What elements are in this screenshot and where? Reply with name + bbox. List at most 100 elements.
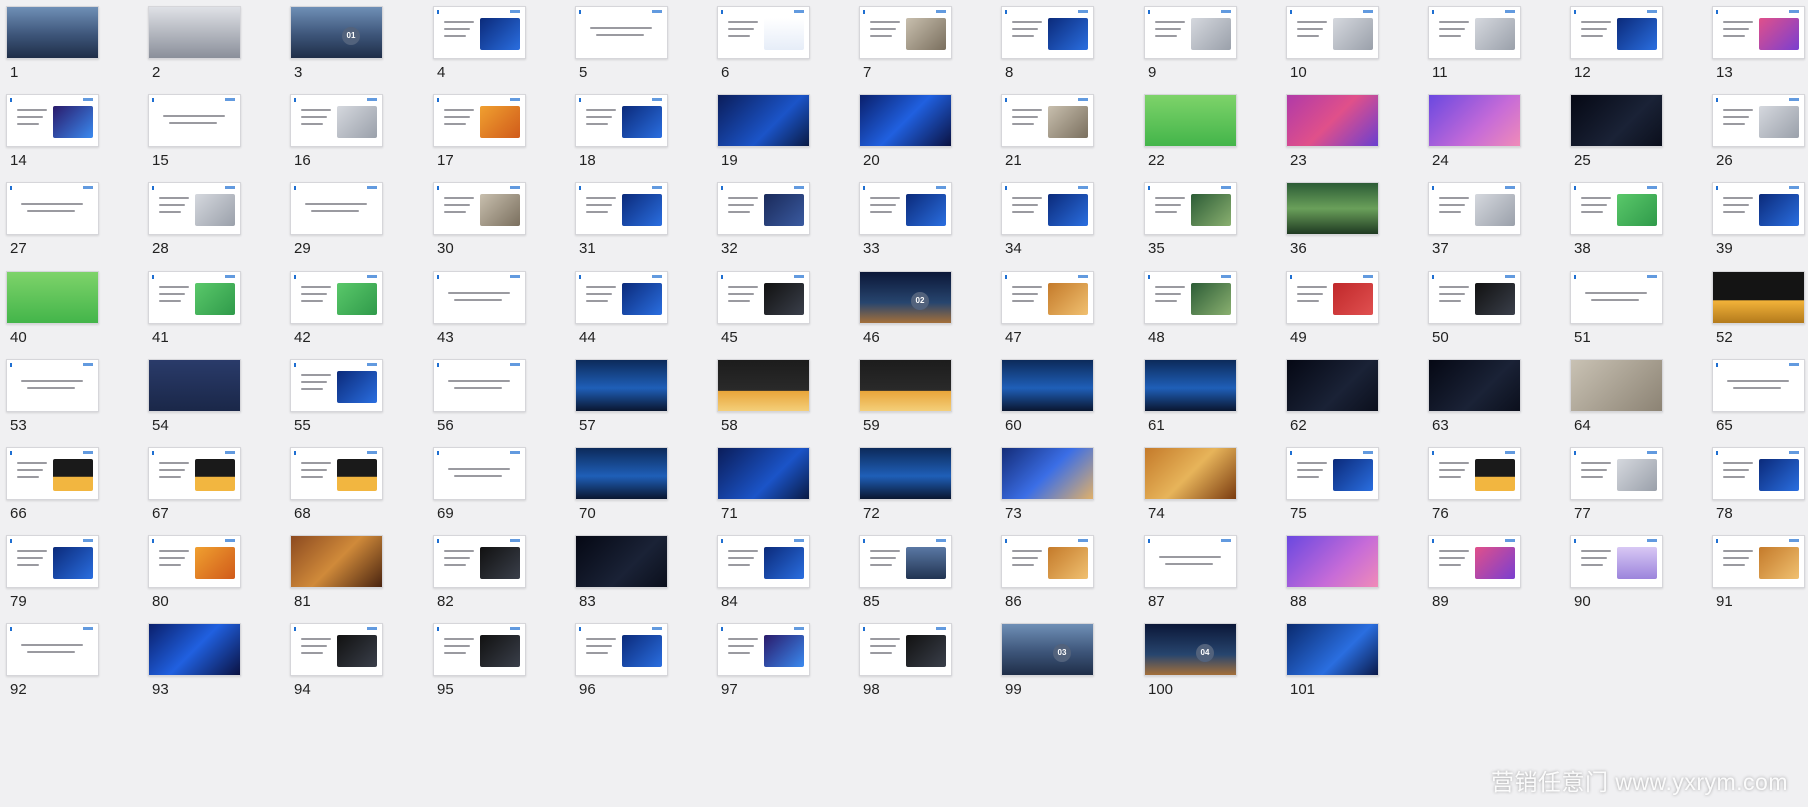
slide-thumbnail[interactable] <box>290 94 383 147</box>
slide-thumbnail[interactable] <box>1712 271 1805 324</box>
slide-thumbnail[interactable] <box>1570 94 1663 147</box>
slide-item[interactable]: 47 <box>995 265 1137 355</box>
slide-thumbnail[interactable] <box>1001 535 1094 588</box>
slide-item[interactable]: 78 <box>1706 441 1808 531</box>
slide-item[interactable]: 4 <box>427 0 569 90</box>
slide-thumbnail[interactable] <box>575 623 668 676</box>
slide-thumbnail[interactable] <box>859 623 952 676</box>
slide-item[interactable]: 37 <box>1422 176 1564 266</box>
slide-thumbnail[interactable] <box>1286 623 1379 676</box>
slide-item[interactable]: 81 <box>284 529 426 619</box>
slide-thumbnail[interactable] <box>1144 271 1237 324</box>
slide-thumbnail[interactable] <box>575 6 668 59</box>
slide-thumbnail[interactable] <box>1286 535 1379 588</box>
slide-item[interactable]: 40 <box>0 265 142 355</box>
slide-thumbnail[interactable] <box>717 535 810 588</box>
slide-thumbnail[interactable] <box>148 271 241 324</box>
slide-thumbnail[interactable] <box>1144 535 1237 588</box>
slide-item[interactable]: 8 <box>995 0 1137 90</box>
slide-thumbnail[interactable] <box>1428 6 1521 59</box>
slide-item[interactable]: 10 <box>1280 0 1422 90</box>
slide-thumbnail[interactable] <box>1001 271 1094 324</box>
slide-item[interactable]: 63 <box>1422 353 1564 443</box>
slide-thumbnail[interactable] <box>1144 182 1237 235</box>
slide-item[interactable]: 68 <box>284 441 426 531</box>
slide-item[interactable]: 54 <box>142 353 284 443</box>
slide-item[interactable]: 5 <box>569 0 711 90</box>
slide-thumbnail[interactable] <box>1570 6 1663 59</box>
slide-item[interactable]: 70 <box>569 441 711 531</box>
slide-item[interactable]: 53 <box>0 353 142 443</box>
slide-item[interactable]: 02 46 <box>853 265 995 355</box>
slide-thumbnail[interactable] <box>6 271 99 324</box>
slide-item[interactable]: 11 <box>1422 0 1564 90</box>
slide-thumbnail[interactable] <box>1570 447 1663 500</box>
slide-thumbnail[interactable] <box>1286 182 1379 235</box>
slide-item[interactable]: 62 <box>1280 353 1422 443</box>
slide-item[interactable]: 66 <box>0 441 142 531</box>
slide-thumbnail[interactable] <box>1428 535 1521 588</box>
slide-thumbnail[interactable] <box>575 359 668 412</box>
slide-thumbnail[interactable] <box>575 94 668 147</box>
slide-thumbnail[interactable] <box>290 535 383 588</box>
slide-thumbnail[interactable] <box>433 623 526 676</box>
slide-item[interactable]: 28 <box>142 176 284 266</box>
slide-thumbnail[interactable] <box>148 94 241 147</box>
slide-thumbnail[interactable] <box>1144 359 1237 412</box>
slide-thumbnail[interactable] <box>148 535 241 588</box>
slide-thumbnail[interactable] <box>859 359 952 412</box>
slide-thumbnail[interactable] <box>433 359 526 412</box>
slide-item[interactable]: 60 <box>995 353 1137 443</box>
slide-item[interactable]: 32 <box>711 176 853 266</box>
slide-item[interactable]: 86 <box>995 529 1137 619</box>
slide-item[interactable]: 87 <box>1138 529 1280 619</box>
slide-thumbnail[interactable] <box>290 447 383 500</box>
slide-thumbnail[interactable] <box>6 359 99 412</box>
slide-item[interactable]: 59 <box>853 353 995 443</box>
slide-thumbnail[interactable] <box>6 94 99 147</box>
slide-thumbnail[interactable]: 03 <box>1001 623 1094 676</box>
slide-item[interactable]: 80 <box>142 529 284 619</box>
slide-thumbnail[interactable] <box>290 271 383 324</box>
slide-item[interactable]: 44 <box>569 265 711 355</box>
slide-thumbnail[interactable] <box>1286 447 1379 500</box>
slide-item[interactable]: 52 <box>1706 265 1808 355</box>
slide-item[interactable]: 17 <box>427 88 569 178</box>
slide-item[interactable]: 56 <box>427 353 569 443</box>
slide-thumbnail[interactable] <box>717 94 810 147</box>
slide-thumbnail[interactable] <box>859 94 952 147</box>
slide-thumbnail[interactable] <box>1712 6 1805 59</box>
slide-thumbnail[interactable] <box>1712 447 1805 500</box>
slide-thumbnail[interactable] <box>717 447 810 500</box>
slide-thumbnail[interactable] <box>859 182 952 235</box>
slide-thumbnail[interactable]: 01 <box>290 6 383 59</box>
slide-item[interactable]: 03 99 <box>995 617 1137 707</box>
slide-thumbnail[interactable] <box>6 447 99 500</box>
slide-item[interactable]: 38 <box>1564 176 1706 266</box>
slide-item[interactable]: 43 <box>427 265 569 355</box>
slide-thumbnail[interactable] <box>1001 6 1094 59</box>
slide-thumbnail[interactable] <box>1712 535 1805 588</box>
slide-item[interactable]: 04 100 <box>1138 617 1280 707</box>
slide-item[interactable]: 92 <box>0 617 142 707</box>
slide-item[interactable]: 71 <box>711 441 853 531</box>
slide-item[interactable]: 7 <box>853 0 995 90</box>
slide-item[interactable]: 65 <box>1706 353 1808 443</box>
slide-item[interactable]: 84 <box>711 529 853 619</box>
slide-thumbnail[interactable] <box>1286 359 1379 412</box>
slide-item[interactable]: 29 <box>284 176 426 266</box>
slide-item[interactable]: 85 <box>853 529 995 619</box>
slide-item[interactable]: 41 <box>142 265 284 355</box>
slide-item[interactable]: 01 3 <box>284 0 426 90</box>
slide-thumbnail[interactable] <box>148 623 241 676</box>
slide-thumbnail[interactable] <box>433 94 526 147</box>
slide-item[interactable]: 2 <box>142 0 284 90</box>
slide-item[interactable]: 72 <box>853 441 995 531</box>
slide-item[interactable]: 30 <box>427 176 569 266</box>
slide-thumbnail[interactable] <box>1570 271 1663 324</box>
slide-thumbnail[interactable] <box>717 6 810 59</box>
slide-thumbnail[interactable] <box>1286 6 1379 59</box>
slide-item[interactable]: 27 <box>0 176 142 266</box>
slide-item[interactable]: 12 <box>1564 0 1706 90</box>
slide-thumbnail[interactable] <box>433 6 526 59</box>
